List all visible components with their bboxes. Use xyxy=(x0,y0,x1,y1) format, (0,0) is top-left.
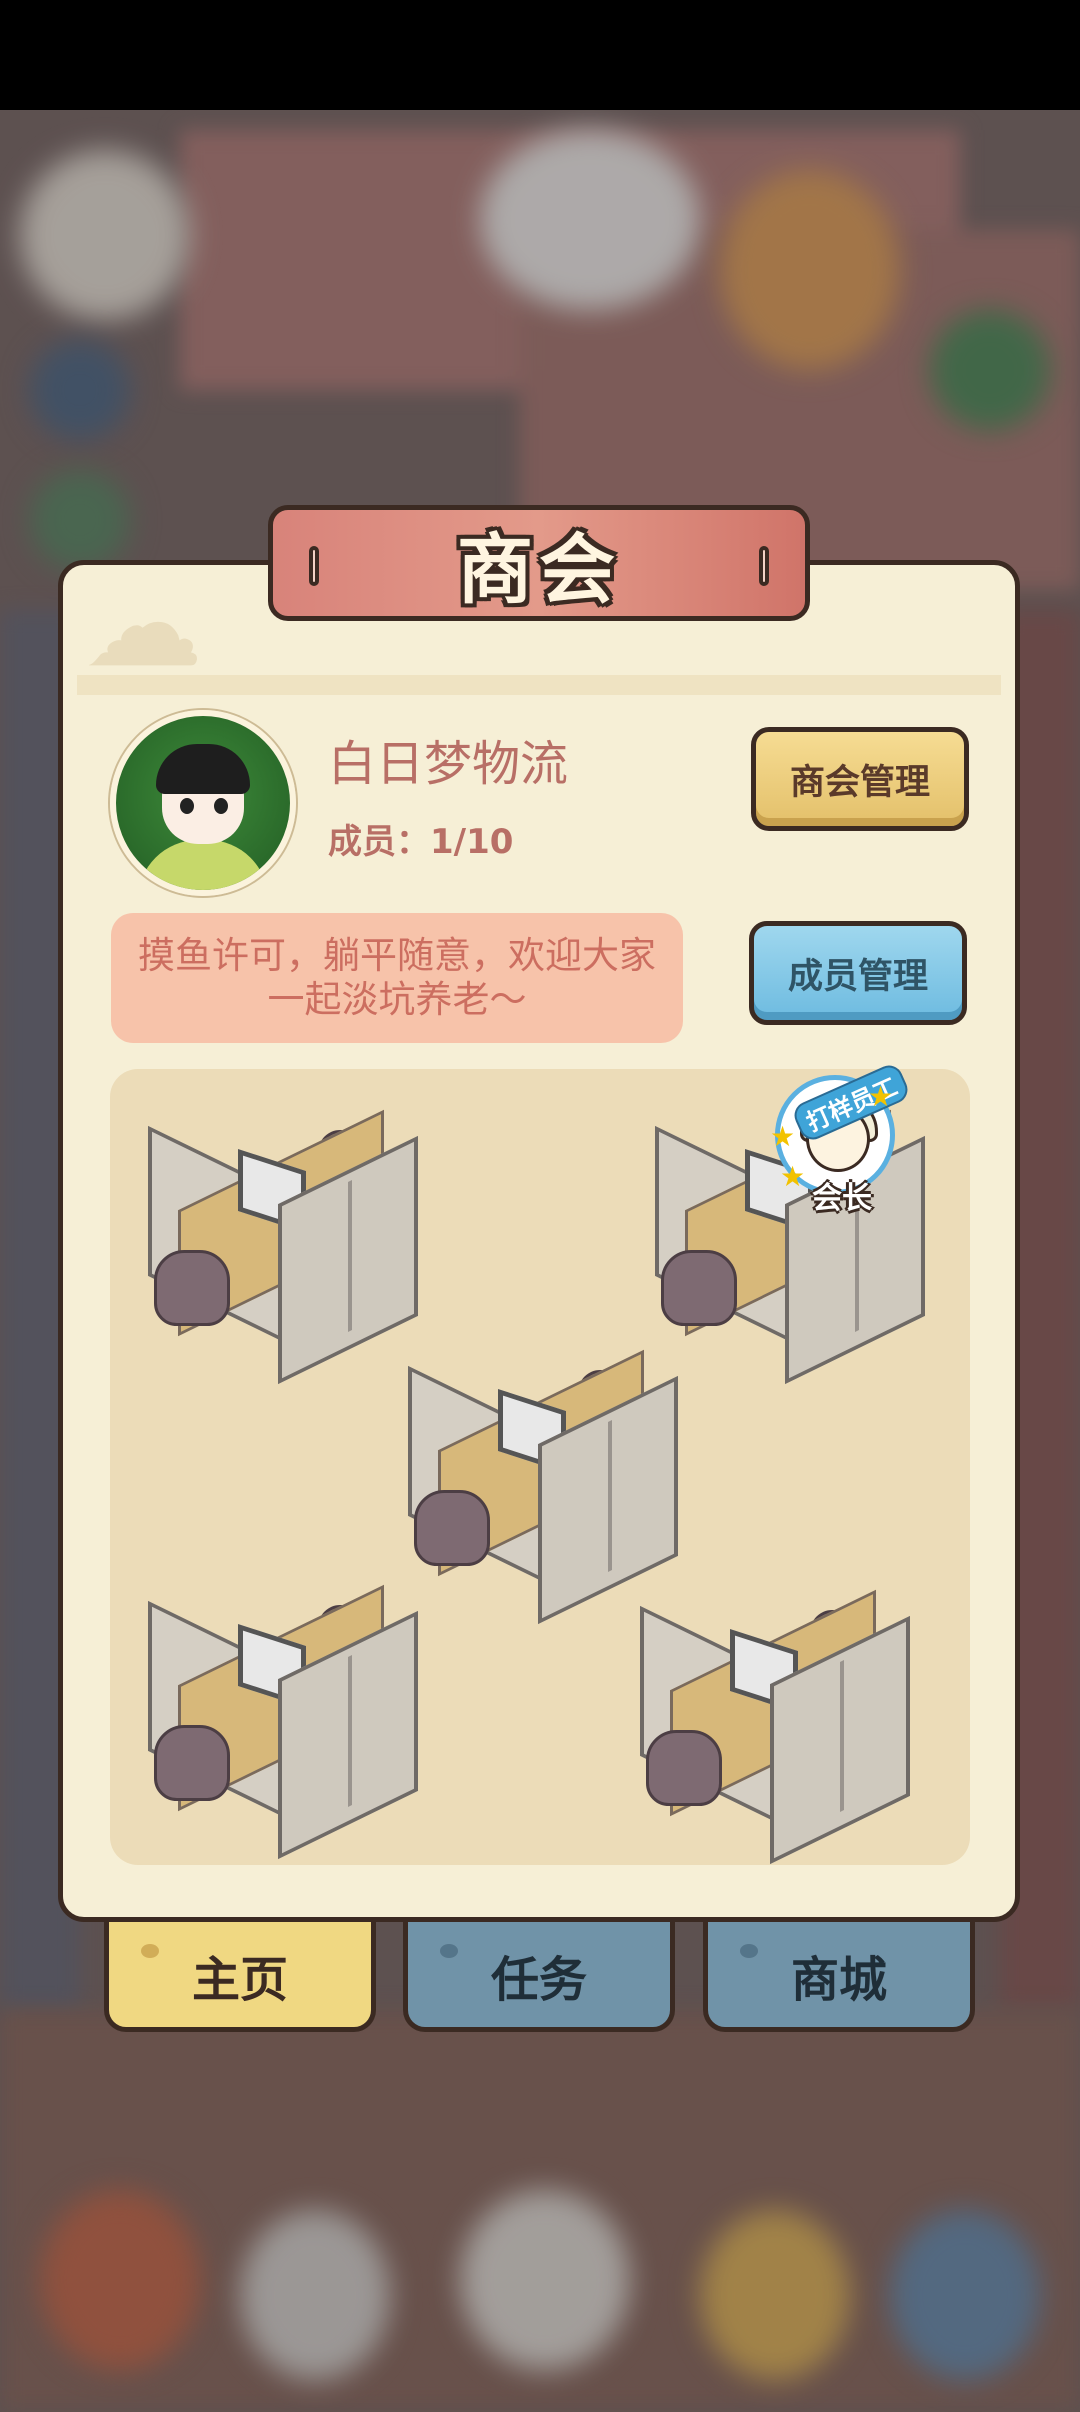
avatar-hair xyxy=(156,744,250,794)
tab-decoration xyxy=(740,1944,758,1958)
member-count: 成员：1/10 xyxy=(328,814,513,863)
avatar-eye xyxy=(214,798,228,814)
workstation-desk[interactable] xyxy=(408,1340,688,1625)
tab-home[interactable]: 主页 xyxy=(104,1922,376,2032)
pin-icon xyxy=(759,546,769,586)
workstation-desk[interactable] xyxy=(640,1580,920,1865)
member-count-value: 1/10 xyxy=(430,822,514,862)
workstation-desk[interactable] xyxy=(148,1575,428,1860)
tab-home-label: 主页 xyxy=(191,1951,288,2008)
pin-icon xyxy=(309,546,319,586)
cloud-ornament-icon: ☁ xyxy=(83,555,203,694)
guild-avatar[interactable] xyxy=(110,710,296,896)
tab-shop[interactable]: 商城 xyxy=(703,1922,975,2032)
dialog-title: 商会 xyxy=(457,525,621,614)
workstation-desk[interactable] xyxy=(148,1100,428,1385)
chair-icon xyxy=(154,1250,230,1326)
leader-tag: 会长 xyxy=(812,1181,872,1216)
tab-shop-label: 商城 xyxy=(790,1951,887,2008)
tab-decoration xyxy=(440,1944,458,1958)
star-icon: ★ xyxy=(780,1160,806,1193)
star-icon: ★ xyxy=(868,1080,894,1113)
tab-decoration xyxy=(141,1944,159,1958)
avatar-body xyxy=(138,840,268,890)
avatar-eye xyxy=(180,798,194,814)
status-bar xyxy=(0,0,1080,110)
star-icon: ★ xyxy=(770,1120,796,1153)
dialog-header-band xyxy=(77,675,1001,695)
chair-icon xyxy=(646,1730,722,1806)
dialog-title-plaque: 商会 xyxy=(268,505,810,621)
chair-icon xyxy=(661,1250,737,1326)
guild-name: 白日梦物流 xyxy=(328,736,569,792)
tab-tasks-label: 任务 xyxy=(490,1951,587,2008)
member-manage-button[interactable]: 成员管理 xyxy=(749,921,967,1025)
member-count-label: 成员： xyxy=(328,822,430,862)
chair-icon xyxy=(414,1490,490,1566)
guild-motto: 摸鱼许可，躺平随意，欢迎大家一起淡坑养老～ xyxy=(111,913,683,1043)
tab-tasks[interactable]: 任务 xyxy=(403,1922,675,2032)
guild-manage-button[interactable]: 商会管理 xyxy=(751,727,969,831)
chair-icon xyxy=(154,1725,230,1801)
